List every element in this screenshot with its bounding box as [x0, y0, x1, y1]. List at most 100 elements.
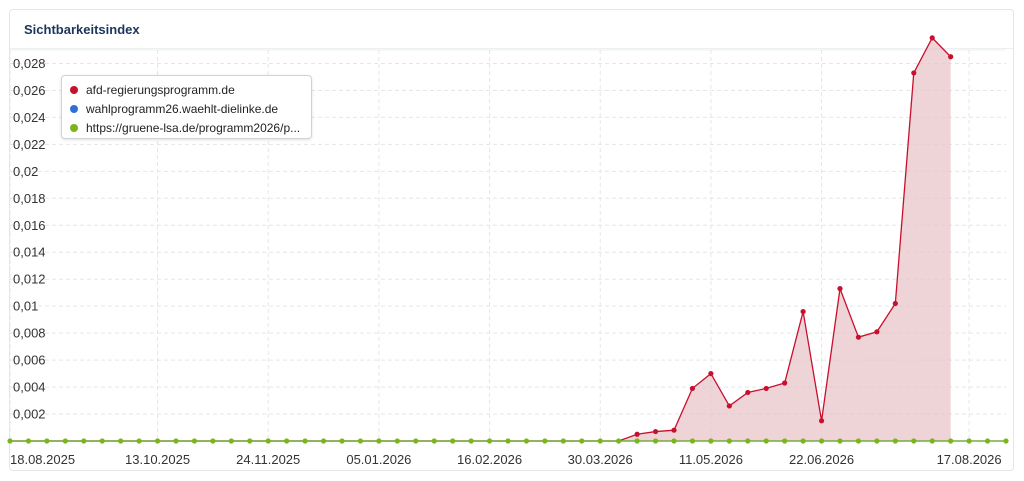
- data-point-2: [228, 438, 234, 444]
- visibility-chart[interactable]: 0,002 0,004 0,006 0,008 0,01 0,012 0,014 0,016 0…: [0, 0, 1024, 481]
- y-tick-label: 0,01: [13, 299, 38, 314]
- y-tick-label: 0,002: [13, 407, 46, 422]
- data-point-2: [265, 438, 271, 444]
- data-point-0: [892, 300, 898, 307]
- data-point-2: [671, 438, 677, 444]
- legend-item-linke[interactable]: wahlprogramm26.waehlt-dielinke.de: [70, 99, 303, 118]
- data-point-2: [7, 438, 13, 444]
- data-point-2: [154, 438, 161, 444]
- x-tick-label: 16.02.2026: [457, 452, 522, 467]
- y-tick-label: 0,024: [13, 110, 46, 125]
- y-tick-label: 0,014: [13, 245, 46, 260]
- data-point-0: [763, 385, 769, 392]
- data-point-2: [136, 438, 142, 444]
- y-tick-label: 0,016: [13, 218, 46, 233]
- data-point-0: [689, 385, 696, 392]
- data-point-2: [818, 438, 825, 444]
- data-point-2: [62, 438, 68, 444]
- data-point-2: [468, 438, 474, 444]
- y-tick-label: 0,004: [13, 380, 46, 395]
- y-tick-label: 0,008: [13, 326, 46, 341]
- legend-dot-icon: [70, 123, 78, 132]
- x-tick-label: 17.08.2026: [937, 452, 1002, 467]
- data-point-0: [929, 35, 935, 41]
- y-tick-label: 0,006: [13, 353, 46, 368]
- legend-label: afd-regierungsprogramm.de: [86, 82, 235, 97]
- data-point-2: [247, 438, 253, 444]
- data-point-2: [191, 438, 198, 444]
- data-point-2: [782, 438, 788, 444]
- data-point-2: [579, 438, 585, 444]
- data-point-2: [652, 438, 659, 444]
- data-point-2: [210, 438, 216, 444]
- data-point-2: [320, 438, 327, 444]
- data-point-2: [25, 438, 32, 444]
- legend-dot-icon: [70, 85, 78, 94]
- data-point-2: [339, 438, 345, 444]
- data-point-2: [1003, 438, 1009, 444]
- x-tick-label: 22.06.2026: [789, 452, 854, 467]
- data-point-2: [597, 438, 603, 444]
- data-point-0: [708, 370, 714, 377]
- x-tick-label: 13.10.2025: [125, 452, 190, 467]
- data-point-2: [948, 438, 954, 444]
- data-point-2: [284, 438, 290, 444]
- data-point-2: [81, 438, 87, 444]
- data-point-2: [394, 438, 400, 444]
- data-point-2: [450, 438, 456, 444]
- data-point-2: [634, 438, 640, 444]
- legend-item-afd[interactable]: afd-regierungsprogramm.de: [70, 80, 303, 99]
- data-point-0: [837, 286, 843, 292]
- data-point-2: [542, 438, 548, 444]
- x-tick-label: 30.03.2026: [568, 452, 633, 467]
- data-point-2: [929, 438, 935, 444]
- y-tick-label: 0,02: [13, 164, 38, 179]
- y-tick-label: 0,018: [13, 191, 46, 206]
- legend-label: wahlprogramm26.waehlt-dielinke.de: [86, 101, 279, 116]
- data-point-0: [634, 431, 640, 437]
- x-tick-label: 05.01.2026: [346, 452, 411, 467]
- data-point-2: [486, 438, 493, 444]
- y-tick-label: 0,026: [13, 83, 46, 98]
- data-point-2: [413, 438, 419, 444]
- data-point-2: [560, 438, 566, 444]
- data-point-0: [874, 329, 880, 335]
- data-point-2: [44, 438, 50, 444]
- y-tick-label: 0,022: [13, 137, 46, 152]
- data-point-0: [745, 389, 751, 396]
- y-tick-label: 0,012: [13, 272, 46, 287]
- legend-item-gruene[interactable]: https://gruene-lsa.de/programm2026/p...: [70, 118, 303, 137]
- data-point-2: [357, 438, 364, 444]
- x-tick-label: 24.11.2025: [236, 452, 300, 467]
- chart-legend: afd-regierungsprogramm.de wahlprogramm26…: [61, 75, 312, 139]
- data-point-2: [173, 438, 179, 444]
- data-point-2: [376, 438, 382, 444]
- data-point-2: [837, 438, 843, 444]
- x-tick-label: 11.05.2026: [679, 452, 743, 467]
- data-point-2: [708, 438, 714, 444]
- data-point-0: [800, 308, 806, 315]
- data-point-0: [671, 427, 677, 433]
- data-point-2: [763, 438, 769, 444]
- data-point-2: [302, 438, 308, 444]
- data-point-2: [874, 438, 880, 444]
- data-point-2: [745, 438, 751, 444]
- data-point-2: [966, 438, 972, 444]
- data-point-0: [818, 418, 825, 424]
- data-point-0: [948, 54, 954, 60]
- data-point-0: [652, 428, 659, 435]
- data-point-2: [892, 438, 898, 444]
- data-point-0: [855, 334, 862, 340]
- data-point-2: [523, 438, 530, 444]
- data-point-2: [689, 438, 696, 444]
- y-tick-label: 0,028: [13, 56, 46, 71]
- data-point-2: [984, 438, 991, 444]
- data-point-0: [782, 380, 788, 386]
- data-point-2: [431, 438, 437, 444]
- data-point-2: [800, 438, 806, 444]
- x-tick-label: 18.08.2025: [10, 452, 75, 467]
- data-point-2: [616, 438, 622, 444]
- data-point-0: [911, 70, 917, 76]
- data-point-2: [505, 438, 511, 444]
- data-point-0: [726, 403, 732, 409]
